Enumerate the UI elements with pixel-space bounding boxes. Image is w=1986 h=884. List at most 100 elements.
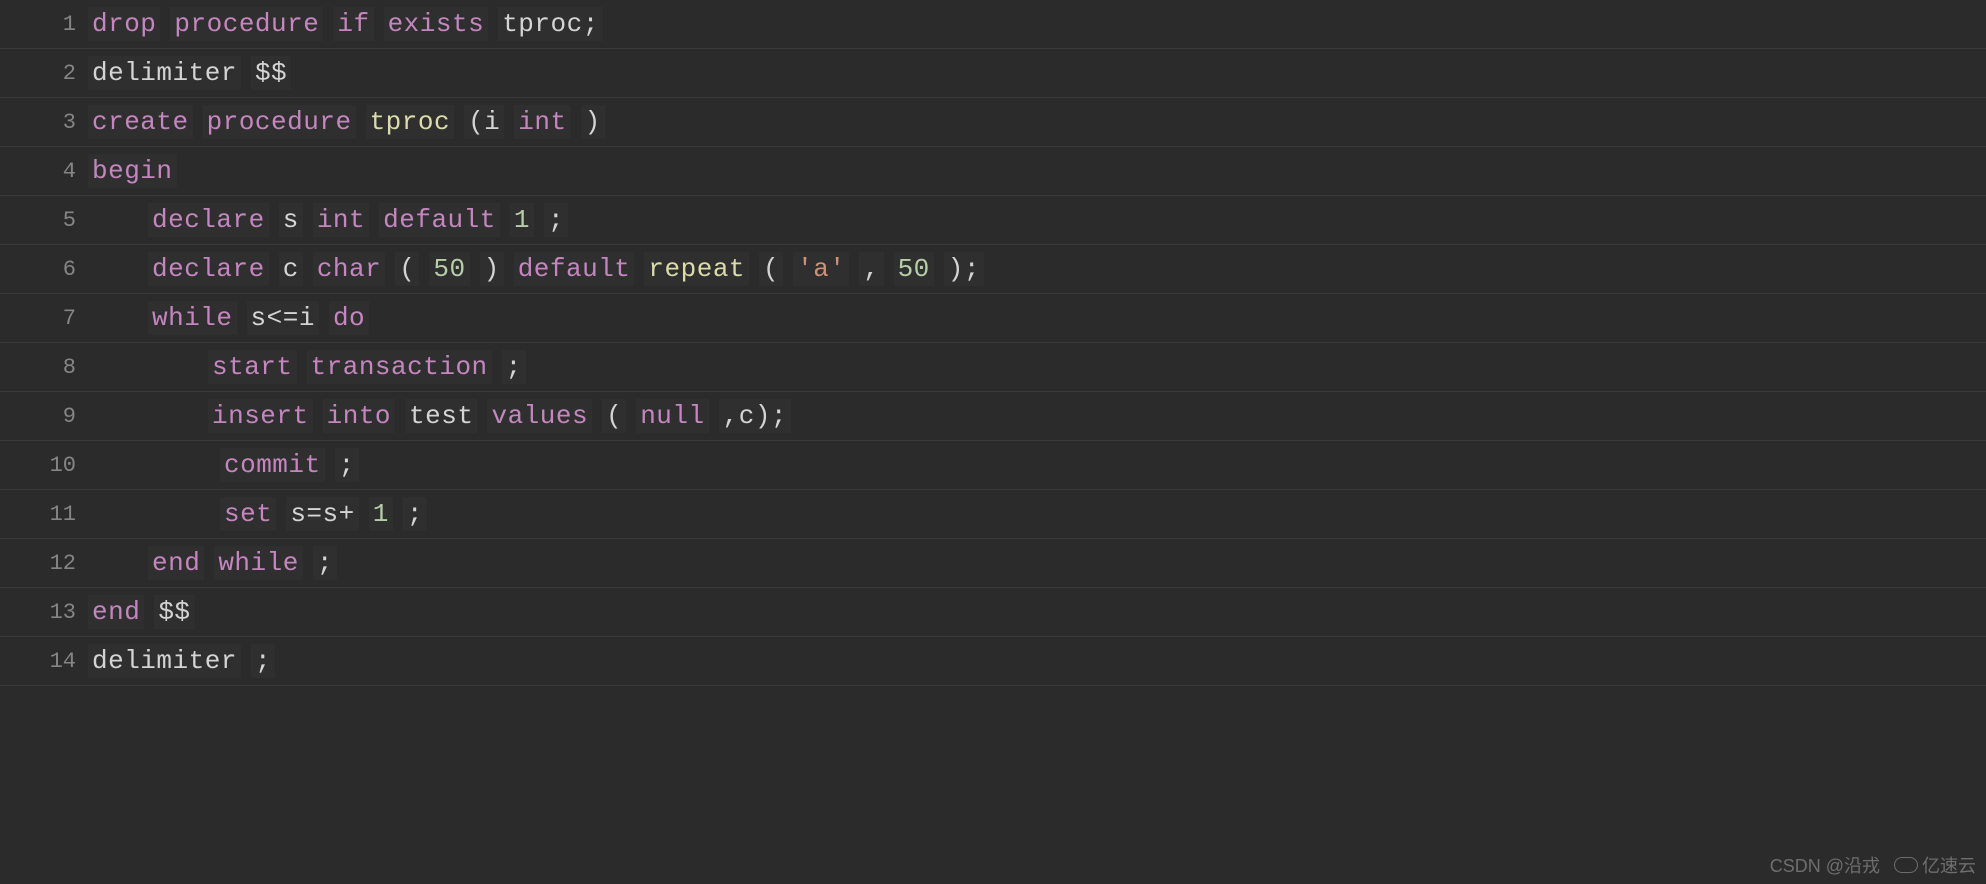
line-number: 6	[0, 257, 88, 282]
code-token: s	[279, 203, 303, 237]
code-token: );	[944, 252, 984, 286]
cloud-icon	[1894, 857, 1918, 873]
code-content[interactable]: end $$	[88, 595, 205, 629]
code-content[interactable]: delimiter ;	[88, 644, 285, 678]
code-line[interactable]: 11set s=s+ 1 ;	[0, 490, 1986, 539]
code-token: exists	[384, 7, 489, 41]
code-line[interactable]: 8start transaction ;	[0, 343, 1986, 392]
code-token: delimiter	[88, 644, 241, 678]
line-number: 2	[0, 61, 88, 86]
code-token: end	[148, 546, 204, 580]
code-token: test	[405, 399, 477, 433]
code-line[interactable]: 2delimiter $$	[0, 49, 1986, 98]
code-token: default	[379, 203, 500, 237]
line-number: 9	[0, 404, 88, 429]
line-number: 8	[0, 355, 88, 380]
code-token: char	[313, 252, 385, 286]
code-token: )	[581, 105, 605, 139]
code-token: ;	[403, 497, 427, 531]
code-token: (	[395, 252, 419, 286]
code-token: c	[279, 252, 303, 286]
code-token: repeat	[644, 252, 749, 286]
code-token: start	[208, 350, 297, 384]
code-line[interactable]: 12end while ;	[0, 539, 1986, 588]
code-token: into	[323, 399, 395, 433]
code-token: procedure	[170, 7, 323, 41]
watermark-csdn: CSDN @沿戎	[1770, 852, 1880, 878]
code-content[interactable]: drop procedure if exists tproc;	[88, 7, 613, 41]
code-token: delimiter	[88, 56, 241, 90]
code-token: 50	[429, 252, 469, 286]
code-token: s=s+	[286, 497, 358, 531]
code-content[interactable]: declare s int default 1 ;	[88, 203, 578, 237]
code-token: ,	[859, 252, 883, 286]
code-line[interactable]: 9insert into test values ( null ,c);	[0, 392, 1986, 441]
code-content[interactable]: while s<=i do	[88, 301, 379, 335]
code-line[interactable]: 3create procedure tproc (i int )	[0, 98, 1986, 147]
code-content[interactable]: insert into test values ( null ,c);	[88, 399, 801, 433]
code-content[interactable]: end while ;	[88, 546, 347, 580]
code-token: begin	[88, 154, 177, 188]
code-content[interactable]: start transaction ;	[88, 350, 536, 384]
code-token: 1	[369, 497, 393, 531]
code-token: commit	[220, 448, 325, 482]
line-number: 3	[0, 110, 88, 135]
code-token: ;	[335, 448, 359, 482]
code-content[interactable]: create procedure tproc (i int )	[88, 105, 615, 139]
code-content[interactable]: set s=s+ 1 ;	[88, 497, 437, 531]
code-token: ,c);	[719, 399, 791, 433]
code-line[interactable]: 4begin	[0, 147, 1986, 196]
code-token: $$	[251, 56, 291, 90]
code-token: do	[329, 301, 369, 335]
code-line[interactable]: 5declare s int default 1 ;	[0, 196, 1986, 245]
line-number: 11	[0, 502, 88, 527]
code-token: (	[759, 252, 783, 286]
code-token: transaction	[307, 350, 492, 384]
code-line[interactable]: 7while s<=i do	[0, 294, 1986, 343]
code-token: )	[480, 252, 504, 286]
code-token: (	[602, 399, 626, 433]
code-content[interactable]: delimiter $$	[88, 56, 301, 90]
code-token: create	[88, 105, 193, 139]
code-token: ;	[251, 644, 275, 678]
code-token: set	[220, 497, 276, 531]
code-token: int	[313, 203, 369, 237]
code-line[interactable]: 14delimiter ;	[0, 637, 1986, 686]
code-token: default	[514, 252, 635, 286]
code-token: s<=i	[247, 301, 319, 335]
code-token: while	[148, 301, 237, 335]
code-line[interactable]: 1drop procedure if exists tproc;	[0, 0, 1986, 49]
code-token: $$	[154, 595, 194, 629]
line-number: 10	[0, 453, 88, 478]
code-token: null	[636, 399, 708, 433]
code-token: values	[487, 399, 592, 433]
code-token: int	[514, 105, 570, 139]
code-line[interactable]: 6declare c char ( 50 ) default repeat ( …	[0, 245, 1986, 294]
line-number: 12	[0, 551, 88, 576]
code-line[interactable]: 13end $$	[0, 588, 1986, 637]
code-content[interactable]: commit ;	[88, 448, 369, 482]
code-token: ;	[502, 350, 526, 384]
code-token: ;	[544, 203, 568, 237]
code-token: insert	[208, 399, 313, 433]
code-token: drop	[88, 7, 160, 41]
code-token: end	[88, 595, 144, 629]
watermark: CSDN @沿戎 亿速云	[1770, 852, 1976, 878]
code-token: if	[333, 7, 373, 41]
line-number: 5	[0, 208, 88, 233]
code-token: 'a'	[793, 252, 849, 286]
line-number: 13	[0, 600, 88, 625]
watermark-csdn-text: CSDN @沿戎	[1770, 852, 1880, 878]
watermark-yisu-text: 亿速云	[1922, 852, 1976, 878]
code-content[interactable]: begin	[88, 154, 187, 188]
code-token: 50	[894, 252, 934, 286]
line-number: 14	[0, 649, 88, 674]
code-token: tproc;	[498, 7, 603, 41]
code-line[interactable]: 10commit ;	[0, 441, 1986, 490]
code-content[interactable]: declare c char ( 50 ) default repeat ( '…	[88, 252, 994, 286]
code-editor[interactable]: 1drop procedure if exists tproc; 2delimi…	[0, 0, 1986, 686]
code-token: (i	[464, 105, 504, 139]
code-token: ;	[313, 546, 337, 580]
code-token: 1	[510, 203, 534, 237]
line-number: 4	[0, 159, 88, 184]
